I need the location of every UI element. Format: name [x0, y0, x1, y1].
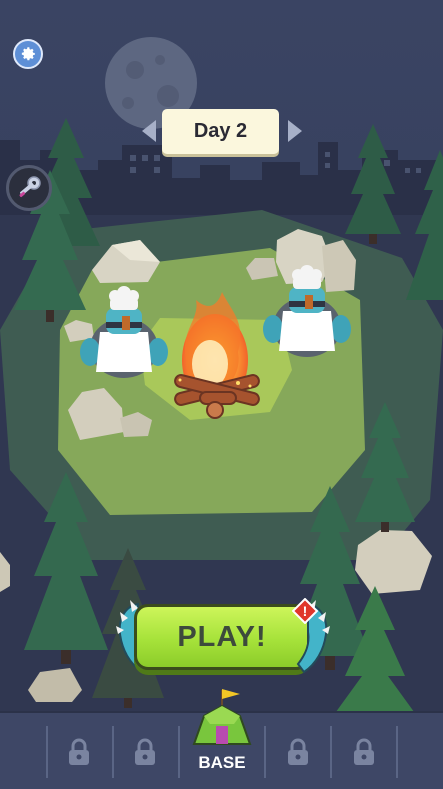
day-label: Day 2: [193, 120, 248, 142]
nav-divider: [178, 726, 180, 778]
gear-icon: [21, 47, 35, 61]
key-button[interactable]: [6, 165, 52, 211]
alert-badge: !: [291, 597, 319, 625]
padlock-icon: [135, 738, 155, 765]
nav-base-label: BASE: [198, 753, 246, 772]
nav-slot-locked-1[interactable]: [48, 726, 110, 778]
alert-icon: !: [291, 597, 319, 625]
padlock-icon: [69, 738, 89, 765]
nav-slot-locked-2[interactable]: [114, 726, 176, 778]
nav-slot-locked-4[interactable]: [333, 726, 395, 778]
settings-button[interactable]: [13, 39, 43, 69]
nav-slot-locked-3[interactable]: [267, 726, 329, 778]
tent-icon: [192, 689, 252, 745]
play-button-label: PLAY!: [177, 620, 267, 653]
day-selector: Day 2: [162, 109, 279, 154]
chevron-left-icon[interactable]: [140, 118, 158, 144]
game-screen: Day 2 PLAY! ! BASE: [0, 0, 443, 789]
nav-base-tab[interactable]: BASE: [184, 686, 260, 786]
nav-divider: [330, 726, 332, 778]
nav-divider: [264, 726, 266, 778]
key-icon: [19, 176, 41, 198]
svg-text:!: !: [303, 603, 308, 619]
padlock-icon: [288, 738, 308, 765]
padlock-icon: [354, 738, 374, 765]
chevron-right-icon[interactable]: [286, 118, 304, 144]
nav-divider: [396, 726, 398, 778]
play-button[interactable]: PLAY!: [134, 604, 310, 670]
